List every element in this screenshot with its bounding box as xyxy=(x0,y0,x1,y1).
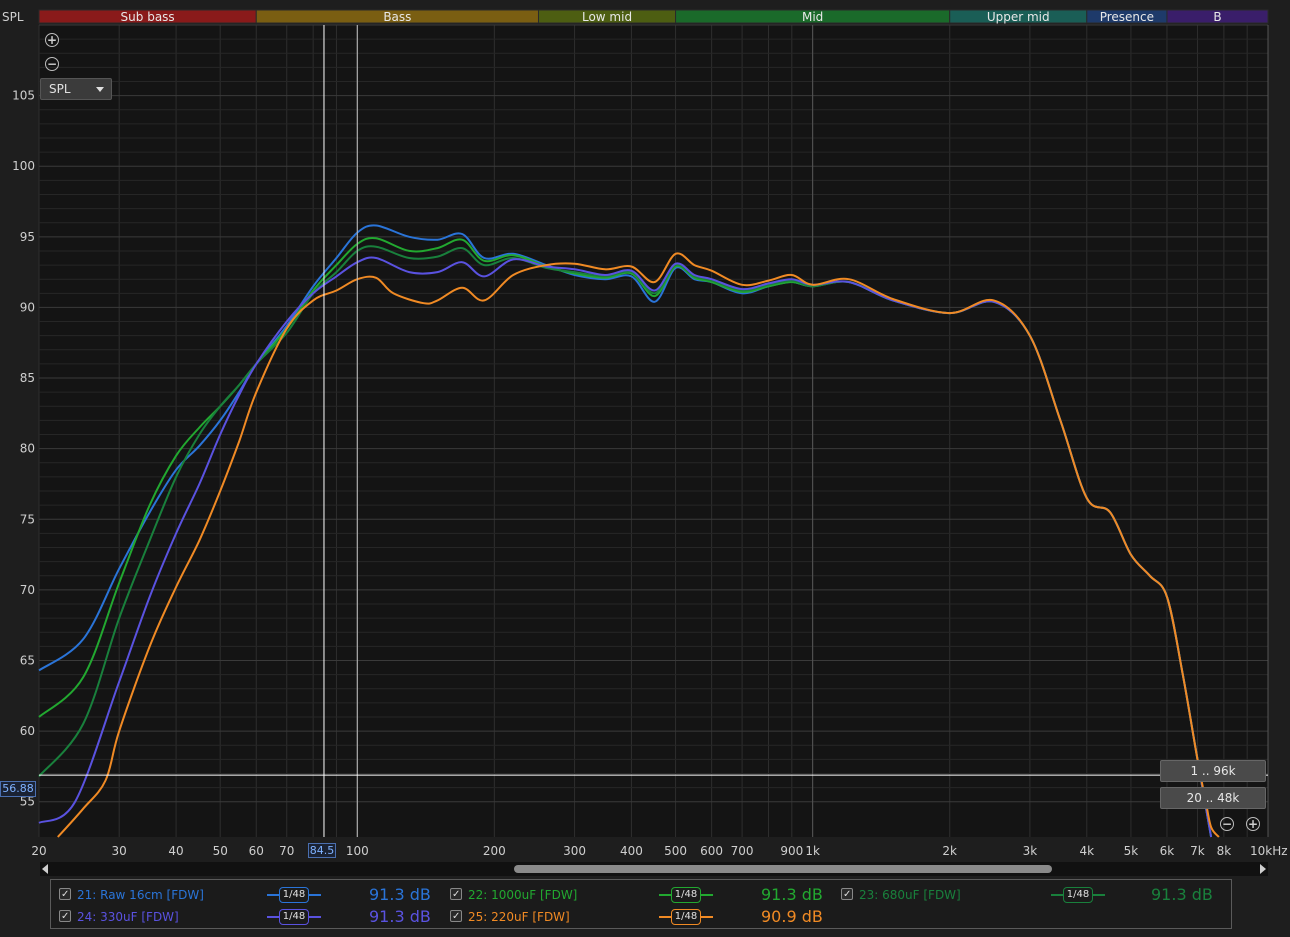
band-label: B xyxy=(1213,10,1221,24)
y-tick-label: 95 xyxy=(20,230,35,244)
band-label: Upper mid xyxy=(987,10,1050,24)
y-axis-ticks: 556065707580859095100105 xyxy=(12,89,35,809)
x-tick-label: 300 xyxy=(563,844,586,858)
legend-checkbox[interactable] xyxy=(841,885,853,905)
frequency-band-strip: Sub bass Bass Low mid Mid Upper mid Presence B xyxy=(38,9,1269,24)
x-tick-label: 400 xyxy=(620,844,643,858)
x-tick-label: 500 xyxy=(664,844,687,858)
legend-series-name: 23: 680uF [FDW] xyxy=(859,888,961,902)
x-tick-label: 60 xyxy=(249,844,264,858)
y-tick-label: 80 xyxy=(20,442,35,456)
legend-smoothing[interactable]: 1/48 xyxy=(1051,885,1107,905)
legend-level: 91.3 dB xyxy=(761,885,823,904)
band-label: Sub bass xyxy=(121,10,175,24)
smoothing-badge[interactable]: 1/48 xyxy=(671,909,701,925)
x-tick-label: 700 xyxy=(731,844,754,858)
band-label: Low mid xyxy=(582,10,632,24)
x-tick-label: 2k xyxy=(942,844,957,858)
smoothing-badge[interactable]: 1/48 xyxy=(279,887,309,903)
x-axis-ticks: 20 30 40 50 60 70 100 200 300 400 500 600 700 900 1k 2k… xyxy=(31,844,1231,858)
x-tick-label: 70 xyxy=(279,844,294,858)
legend-smoothing[interactable]: 1/48 xyxy=(267,907,323,927)
x-tick-label: 3k xyxy=(1023,844,1038,858)
cursor-y-readout: 56.88 xyxy=(0,781,36,797)
legend-level: 90.9 dB xyxy=(761,907,823,926)
x-tick-label: 5k xyxy=(1124,844,1139,858)
smoothing-badge[interactable]: 1/48 xyxy=(671,887,701,903)
range-20-48k-button[interactable]: 20 .. 48k xyxy=(1160,787,1266,809)
legend-smoothing[interactable]: 1/48 xyxy=(659,907,715,927)
y-tick-label: 100 xyxy=(12,159,35,173)
measurement-type-value: SPL xyxy=(49,82,71,96)
legend-checkbox[interactable] xyxy=(59,907,71,927)
legend-smoothing[interactable]: 1/48 xyxy=(659,885,715,905)
x-zoom-out-icon[interactable]: − xyxy=(1220,817,1234,831)
legend-series-name: 24: 330uF [FDW] xyxy=(77,910,179,924)
y-tick-label: 90 xyxy=(20,300,35,314)
legend-series-name: 25: 220uF [FDW] xyxy=(468,910,570,924)
measurement-type-select[interactable]: SPL xyxy=(40,78,112,100)
x-axis-unit-label: 10kHz xyxy=(1250,844,1288,858)
y-tick-label: 105 xyxy=(12,89,35,103)
x-tick-label: 200 xyxy=(483,844,506,858)
legend-checkbox[interactable] xyxy=(59,885,71,905)
x-tick-label: 4k xyxy=(1079,844,1094,858)
legend-level: 91.3 dB xyxy=(369,907,431,926)
x-tick-label: 20 xyxy=(31,844,46,858)
legend-series-name: 22: 1000uF [FDW] xyxy=(468,888,578,902)
frequency-response-chart[interactable]: SPL Sub bass Bass Low mid Mid Upper mid Prese… xyxy=(0,0,1290,860)
band-label: Presence xyxy=(1100,10,1154,24)
legend-checkbox[interactable] xyxy=(450,885,462,905)
x-tick-label: 900 xyxy=(780,844,803,858)
cursor-x-readout: 84.5 xyxy=(308,843,336,858)
x-tick-label: 30 xyxy=(112,844,127,858)
x-tick-label: 600 xyxy=(700,844,723,858)
x-tick-label: 1k xyxy=(805,844,820,858)
band-label: Mid xyxy=(802,10,823,24)
smoothing-badge[interactable]: 1/48 xyxy=(1063,887,1093,903)
x-tick-label: 6k xyxy=(1160,844,1175,858)
zoom-in-icon[interactable]: + xyxy=(45,33,59,47)
range-1-96k-button[interactable]: 1 .. 96k xyxy=(1160,760,1266,782)
legend-level: 91.3 dB xyxy=(369,885,431,904)
legend: 21: Raw 16cm [FDW] 1/48 91.3 dB 22: 1000… xyxy=(50,879,1232,929)
horizontal-scrollbar[interactable] xyxy=(40,862,1268,876)
y-tick-label: 65 xyxy=(20,653,35,667)
legend-series-name: 21: Raw 16cm [FDW] xyxy=(77,888,204,902)
scrollbar-thumb[interactable] xyxy=(514,865,1052,873)
plot-area[interactable] xyxy=(39,25,1268,837)
zoom-out-icon[interactable]: − xyxy=(45,57,59,71)
x-tick-label: 8k xyxy=(1217,844,1232,858)
legend-smoothing[interactable]: 1/48 xyxy=(267,885,323,905)
y-axis-title: SPL xyxy=(2,10,24,24)
y-tick-label: 70 xyxy=(20,583,35,597)
legend-checkbox[interactable] xyxy=(450,907,462,927)
legend-level: 91.3 dB xyxy=(1151,885,1213,904)
chevron-down-icon xyxy=(96,87,104,92)
x-tick-label: 40 xyxy=(168,844,183,858)
band-label: Bass xyxy=(383,10,411,24)
smoothing-badge[interactable]: 1/48 xyxy=(279,909,309,925)
x-tick-label: 100 xyxy=(346,844,369,858)
scroll-left-icon[interactable] xyxy=(42,864,48,874)
x-tick-label: 50 xyxy=(213,844,228,858)
x-tick-label: 7k xyxy=(1190,844,1205,858)
x-zoom-in-icon[interactable]: + xyxy=(1246,817,1260,831)
y-tick-label: 60 xyxy=(20,724,35,738)
y-tick-label: 85 xyxy=(20,371,35,385)
scroll-right-icon[interactable] xyxy=(1260,864,1266,874)
y-tick-label: 75 xyxy=(20,512,35,526)
